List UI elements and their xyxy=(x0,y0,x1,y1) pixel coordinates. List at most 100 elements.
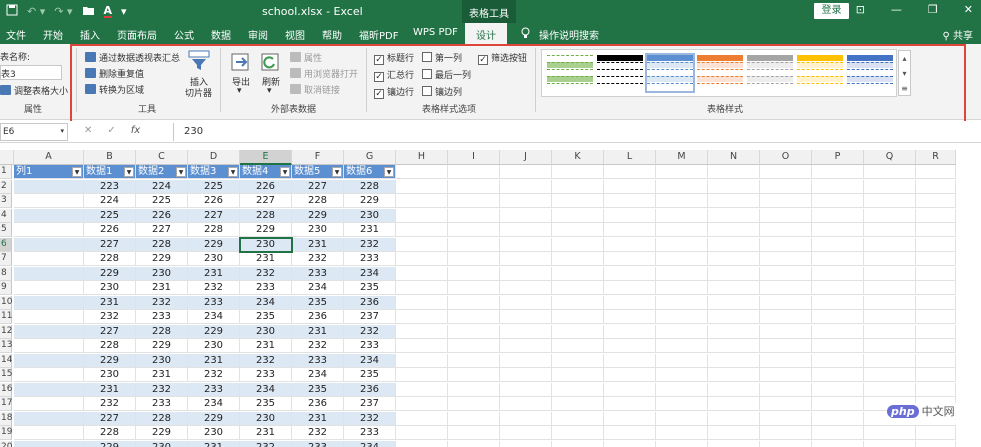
tab-file[interactable]: 文件 xyxy=(6,27,26,42)
table-cell[interactable]: 231 xyxy=(84,295,136,310)
tab-review[interactable]: 审阅 xyxy=(248,27,268,42)
table-cell[interactable]: 233 xyxy=(292,440,344,447)
sheet-cell[interactable] xyxy=(864,339,916,353)
sheet-cell[interactable] xyxy=(500,252,552,266)
gallery-up-icon[interactable]: ▴ xyxy=(899,51,910,66)
sheet-cell[interactable] xyxy=(916,310,956,324)
tab-foxit-pdf[interactable]: 福昕PDF xyxy=(359,27,398,42)
column-header-b[interactable]: B xyxy=(84,150,136,165)
column-header-r[interactable]: R xyxy=(916,150,956,165)
header-row-checkbox[interactable]: ✓ 标题行 xyxy=(374,51,414,65)
banded-rows-checkbox[interactable]: ✓ 镶边行 xyxy=(374,85,414,99)
tab-help[interactable]: 帮助 xyxy=(322,27,342,42)
filter-button-checkbox[interactable]: ✓ 筛选按钮 xyxy=(478,51,527,65)
sheet-cell[interactable] xyxy=(760,208,812,223)
table-cell[interactable]: 233 xyxy=(136,397,188,411)
sheet-cell[interactable] xyxy=(500,237,552,252)
table-cell[interactable]: 234 xyxy=(344,266,396,281)
row-header[interactable]: 12 xyxy=(0,324,12,339)
sheet-cell[interactable] xyxy=(448,252,500,266)
resize-table-button[interactable]: 调整表格大小 xyxy=(0,84,68,97)
sheet-cell[interactable] xyxy=(812,397,864,411)
first-column-checkbox[interactable]: 第一列 xyxy=(422,51,462,64)
table-cell[interactable] xyxy=(14,368,84,382)
sheet-cell[interactable] xyxy=(396,223,448,237)
table-cell[interactable]: 232 xyxy=(344,237,396,252)
sheet-cell[interactable] xyxy=(448,324,500,339)
table-cell[interactable]: 229 xyxy=(136,426,188,440)
sheet-cell[interactable] xyxy=(812,368,864,382)
sheet-cell[interactable] xyxy=(760,281,812,295)
table-cell[interactable]: 230 xyxy=(136,266,188,281)
sheet-cell[interactable] xyxy=(552,339,604,353)
table-cell[interactable]: 234 xyxy=(344,440,396,447)
tab-insert[interactable]: 插入 xyxy=(80,27,100,42)
table-cell[interactable]: 234 xyxy=(188,397,240,411)
table-cell[interactable]: 231 xyxy=(188,266,240,281)
table-cell[interactable]: 237 xyxy=(344,310,396,324)
table-cell[interactable]: 228 xyxy=(136,237,188,252)
gallery-more-icon[interactable]: ≡ xyxy=(899,81,910,96)
sheet-cell[interactable] xyxy=(708,266,760,281)
table-cell[interactable]: 232 xyxy=(136,295,188,310)
table-cell[interactable] xyxy=(14,411,84,426)
row-header[interactable]: 5 xyxy=(0,223,12,237)
sheet-cell[interactable] xyxy=(552,440,604,447)
table-cell[interactable]: 233 xyxy=(344,426,396,440)
ribbon-display-icon[interactable]: ⊡ xyxy=(856,3,865,16)
sheet-cell[interactable] xyxy=(500,295,552,310)
table-cell[interactable]: 233 xyxy=(188,382,240,397)
column-header-l[interactable]: L xyxy=(604,150,656,165)
sheet-cell[interactable] xyxy=(656,252,708,266)
sheet-cell[interactable] xyxy=(812,440,864,447)
gallery-scroll[interactable]: ▴ ▾ ≡ xyxy=(898,50,911,96)
last-column-checkbox[interactable]: 最后一列 xyxy=(422,68,471,81)
sheet-cell[interactable] xyxy=(396,281,448,295)
sheet-cell[interactable] xyxy=(604,208,656,223)
table-cell[interactable]: 230 xyxy=(136,353,188,368)
sheet-cell[interactable] xyxy=(656,397,708,411)
table-cell[interactable]: 223 xyxy=(84,179,136,194)
table-cell[interactable]: 228 xyxy=(84,252,136,266)
sheet-cell[interactable] xyxy=(396,179,448,194)
sheet-cell[interactable] xyxy=(500,324,552,339)
table-cell[interactable] xyxy=(14,295,84,310)
sheet-cell[interactable] xyxy=(604,266,656,281)
close-icon[interactable]: ✕ xyxy=(964,3,973,16)
table-cell[interactable] xyxy=(14,426,84,440)
sheet-cell[interactable] xyxy=(760,440,812,447)
sheet-cell[interactable] xyxy=(552,411,604,426)
sheet-cell[interactable] xyxy=(448,237,500,252)
sheet-cell[interactable] xyxy=(552,237,604,252)
sheet-cell[interactable] xyxy=(500,368,552,382)
row-header[interactable]: 16 xyxy=(0,382,12,397)
sheet-cell[interactable] xyxy=(916,179,956,194)
sheet-cell[interactable] xyxy=(812,194,864,208)
column-header-c[interactable]: C xyxy=(136,150,188,165)
sheet-cell[interactable] xyxy=(812,179,864,194)
table-style-swatch[interactable] xyxy=(597,55,643,91)
table-cell[interactable]: 232 xyxy=(188,281,240,295)
insert-function-icon[interactable]: fx xyxy=(131,125,140,136)
table-cell[interactable]: 228 xyxy=(136,411,188,426)
sheet-cell[interactable] xyxy=(708,411,760,426)
sheet-cell[interactable] xyxy=(864,368,916,382)
sheet-cell[interactable] xyxy=(500,426,552,440)
sheet-cell[interactable] xyxy=(656,353,708,368)
table-cell[interactable]: 229 xyxy=(84,353,136,368)
sheet-cell[interactable] xyxy=(812,426,864,440)
table-cell[interactable]: 230 xyxy=(136,440,188,447)
sheet-cell[interactable] xyxy=(500,281,552,295)
table-cell[interactable]: 225 xyxy=(136,194,188,208)
sheet-cell[interactable] xyxy=(396,165,448,179)
sheet-cell[interactable] xyxy=(760,165,812,179)
sheet-cell[interactable] xyxy=(760,194,812,208)
table-cell[interactable]: 233 xyxy=(292,266,344,281)
sheet-cell[interactable] xyxy=(552,281,604,295)
sheet-cell[interactable] xyxy=(448,426,500,440)
table-cell[interactable]: 228 xyxy=(344,179,396,194)
table-cell[interactable]: 229 xyxy=(188,237,240,252)
redo-icon[interactable]: ↷ ▾ xyxy=(54,5,72,18)
table-cell[interactable]: 231 xyxy=(136,281,188,295)
folder-icon[interactable] xyxy=(82,5,95,19)
